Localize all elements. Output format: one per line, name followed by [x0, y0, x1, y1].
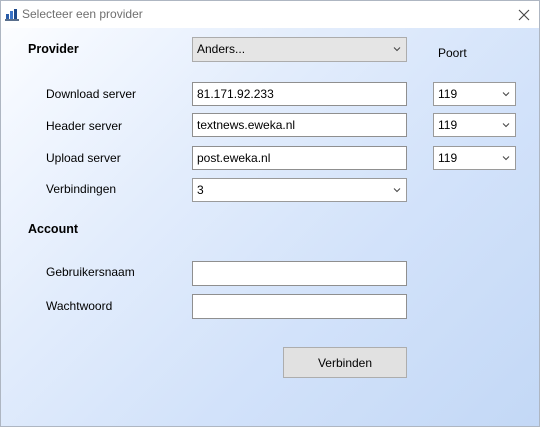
upload-port-value: 119 — [438, 151, 458, 165]
chevron-down-icon — [502, 92, 510, 97]
port-column-header: Poort — [438, 46, 467, 60]
chevron-down-icon — [393, 47, 401, 52]
upload-server-input[interactable]: post.eweka.nl — [192, 146, 407, 170]
username-label: Gebruikersnaam — [46, 265, 135, 279]
header-port-value: 119 — [438, 118, 458, 132]
provider-select[interactable]: Anders... — [192, 37, 407, 62]
header-port-select[interactable]: 119 — [433, 113, 516, 137]
upload-server-label: Upload server — [46, 151, 121, 165]
connections-select[interactable]: 3 — [192, 178, 407, 202]
app-icon — [5, 9, 19, 21]
download-server-input[interactable]: 81.171.92.233 — [192, 82, 407, 106]
provider-select-value: Anders... — [197, 42, 246, 56]
header-server-input[interactable]: textnews.eweka.nl — [192, 113, 407, 137]
chevron-down-icon — [502, 156, 510, 161]
header-server-label: Header server — [46, 119, 123, 133]
password-label: Wachtwoord — [46, 299, 113, 313]
download-port-select[interactable]: 119 — [433, 82, 516, 106]
provider-dialog: Selecteer een provider Provider Anders..… — [0, 0, 540, 427]
close-icon — [518, 9, 530, 20]
connections-value: 3 — [197, 183, 204, 197]
password-input[interactable] — [192, 294, 407, 319]
connect-button[interactable]: Verbinden — [283, 347, 407, 378]
chevron-down-icon — [393, 188, 401, 193]
account-section-label: Account — [28, 222, 78, 236]
download-server-label: Download server — [46, 87, 137, 101]
provider-section-label: Provider — [28, 42, 79, 56]
title-bar: Selecteer een provider — [1, 1, 539, 28]
upload-port-select[interactable]: 119 — [433, 146, 516, 170]
connections-label: Verbindingen — [46, 182, 117, 196]
username-input[interactable] — [192, 261, 407, 286]
download-port-value: 119 — [438, 87, 458, 101]
chevron-down-icon — [502, 123, 510, 128]
window-title: Selecteer een provider — [22, 7, 143, 21]
close-button[interactable] — [509, 1, 539, 28]
